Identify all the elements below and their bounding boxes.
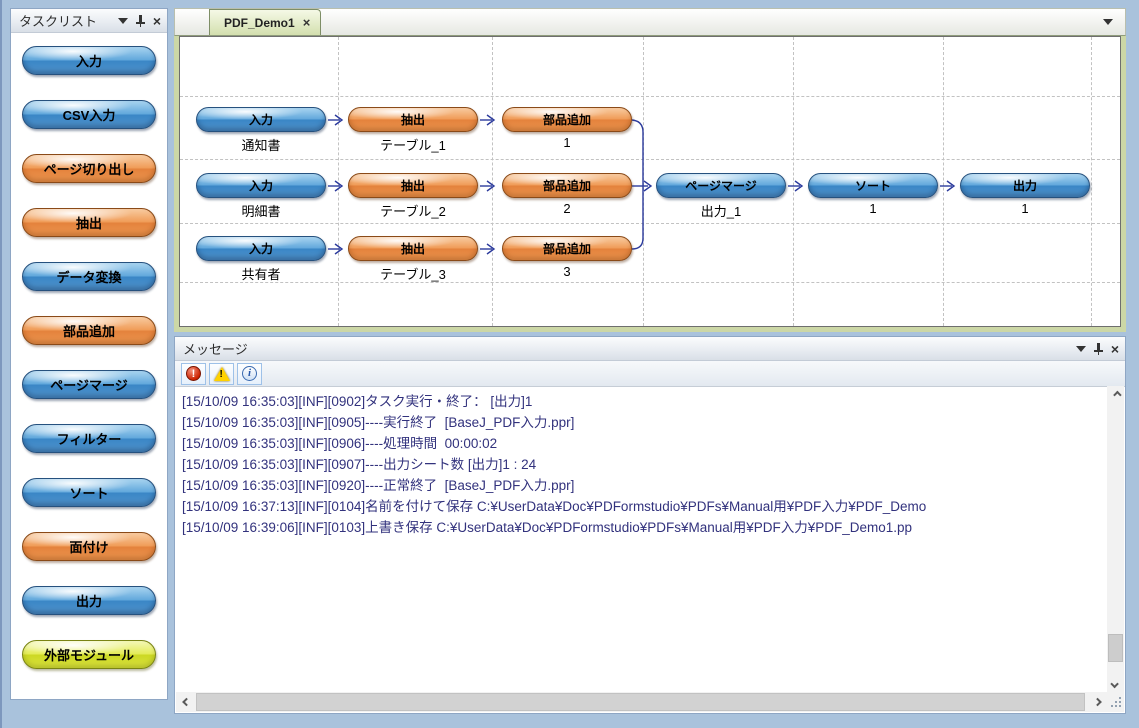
log-line: [15/10/09 16:35:03][INF][0906]----処理時間 0… [182, 433, 1107, 454]
task-pill-button[interactable]: ページ切り出し [22, 154, 156, 183]
scroll-up-button[interactable] [1107, 386, 1124, 403]
scroll-right-button[interactable] [1090, 692, 1107, 712]
task-pill-button[interactable]: 部品追加 [22, 316, 156, 345]
warning-icon: ! [214, 367, 230, 381]
horizontal-scrollbar[interactable] [176, 692, 1107, 712]
log-line: [15/10/09 16:35:03][INF][0905]----実行終了 [… [182, 412, 1107, 433]
flow-node-sublabel: 明細書 [196, 201, 326, 220]
task-pill-button[interactable]: データ変換 [22, 262, 156, 291]
task-pill-button[interactable]: 面付け [22, 532, 156, 561]
flow-node-pill[interactable]: 抽出 [348, 236, 478, 261]
message-toolbar: ! ! i [175, 361, 1125, 387]
tasklist-title: タスクリスト [19, 11, 118, 30]
flow-node-pill[interactable]: 抽出 [348, 173, 478, 198]
flow-node-pill[interactable]: 入力 [196, 173, 326, 198]
pin-icon[interactable] [135, 14, 146, 27]
flow-node-pill[interactable]: 部品追加 [502, 236, 632, 261]
task-pill-button[interactable]: CSV入力 [22, 100, 156, 129]
flow-node[interactable]: 抽出 テーブル_2 [348, 173, 478, 220]
error-icon: ! [186, 366, 201, 381]
flow-node[interactable]: 入力 共有者 [196, 236, 326, 283]
task-pill-button[interactable]: フィルター [22, 424, 156, 453]
flow-node[interactable]: 部品追加 1 [502, 107, 632, 150]
flow-node[interactable]: 入力 明細書 [196, 173, 326, 220]
flow-node[interactable]: ページマージ 出力_1 [656, 173, 786, 220]
task-pill-button[interactable]: 抽出 [22, 208, 156, 237]
flow-canvas[interactable]: 入力 通知書 抽出 テーブル_1 部品追加 1 入力 明細書 抽出 テーブル_2 [179, 36, 1121, 327]
flow-node-sublabel: テーブル_2 [348, 201, 478, 220]
flow-node[interactable]: 抽出 テーブル_1 [348, 107, 478, 154]
scroll-corner [1107, 692, 1124, 712]
tasklist-panel: タスクリスト × 入力 CSV入力ページ切り出し抽出データ変換部品追加ページマージ… [10, 8, 168, 700]
task-pill-button[interactable]: 外部モジュール [22, 640, 156, 669]
flow-node-sublabel: 1 [502, 135, 632, 150]
info-filter-button[interactable]: i [237, 363, 262, 385]
flow-node-pill[interactable]: 入力 [196, 107, 326, 132]
flow-node[interactable]: 出力 1 [960, 173, 1090, 216]
flow-node[interactable]: 抽出 テーブル_3 [348, 236, 478, 283]
pin-icon[interactable] [1093, 342, 1104, 355]
close-icon[interactable]: × [153, 15, 161, 27]
flow-node-pill[interactable]: ページマージ [656, 173, 786, 198]
tab-pdf-demo1[interactable]: PDF_Demo1 × [209, 9, 321, 35]
message-title: メッセージ [183, 339, 1076, 358]
horizontal-scroll-thumb[interactable] [196, 693, 1085, 711]
log-list: [15/10/09 16:35:03][INF][0902]タスク実行・終了： … [176, 386, 1107, 692]
flow-node-sublabel: テーブル_3 [348, 264, 478, 283]
tab-list-dropdown-icon[interactable] [1103, 19, 1113, 25]
tasklist-header: タスクリスト × [11, 9, 167, 33]
flow-node-sublabel: 通知書 [196, 135, 326, 154]
flow-node-sublabel: 2 [502, 201, 632, 216]
tab-close-icon[interactable]: × [303, 15, 311, 30]
tab-label: PDF_Demo1 [224, 16, 295, 30]
flow-node-pill[interactable]: 出力 [960, 173, 1090, 198]
flow-node[interactable]: 部品追加 2 [502, 173, 632, 216]
message-panel: メッセージ × ! ! i [15/10/09 16:35:03][INF][0… [174, 336, 1126, 714]
close-icon[interactable]: × [1111, 343, 1119, 355]
flow-node-pill[interactable]: 部品追加 [502, 107, 632, 132]
log-line: [15/10/09 16:37:13][INF][0104]名前を付けて保存 C… [182, 496, 1107, 517]
flow-node-sublabel: 出力_1 [656, 201, 786, 220]
flow-node-pill[interactable]: 入力 [196, 236, 326, 261]
resize-grip-icon[interactable] [1110, 697, 1122, 709]
info-icon: i [242, 366, 257, 381]
flow-node-sublabel: テーブル_1 [348, 135, 478, 154]
flow-node-sublabel: 1 [808, 201, 938, 216]
panel-menu-icon[interactable] [1076, 346, 1086, 352]
main-area: PDF_Demo1 × [174, 8, 1126, 714]
tasklist-buttons: 入力 CSV入力ページ切り出し抽出データ変換部品追加ページマージフィルターソート面… [11, 33, 167, 669]
flow-node-sublabel: 1 [960, 201, 1090, 216]
task-pill-button[interactable]: ソート [22, 478, 156, 507]
flow-node[interactable]: 入力 通知書 [196, 107, 326, 154]
document-tabbar: PDF_Demo1 × [174, 8, 1126, 36]
scroll-down-button[interactable] [1107, 675, 1124, 692]
vertical-scroll-thumb[interactable] [1108, 634, 1123, 662]
panel-menu-icon[interactable] [118, 18, 128, 24]
log-line: [15/10/09 16:35:03][INF][0907]----出力シート数… [182, 454, 1107, 475]
log-line: [15/10/09 16:35:03][INF][0920]----正常終了 [… [182, 475, 1107, 496]
vertical-scrollbar[interactable] [1107, 386, 1124, 692]
message-header: メッセージ × [175, 337, 1125, 361]
log-line: [15/10/09 16:35:03][INF][0902]タスク実行・終了： … [182, 391, 1107, 412]
task-pill-button[interactable]: 出力 [22, 586, 156, 615]
flow-node-sublabel: 共有者 [196, 264, 326, 283]
flow-node[interactable]: ソート 1 [808, 173, 938, 216]
scroll-left-button[interactable] [176, 692, 193, 712]
flow-node-pill[interactable]: ソート [808, 173, 938, 198]
flow-node[interactable]: 部品追加 3 [502, 236, 632, 279]
flow-node-pill[interactable]: 部品追加 [502, 173, 632, 198]
task-pill-button[interactable]: 入力 [22, 46, 156, 75]
task-pill-button[interactable]: ページマージ [22, 370, 156, 399]
log-line: [15/10/09 16:39:06][INF][0103]上書き保存 C:¥U… [182, 517, 1107, 538]
flow-canvas-frame: 入力 通知書 抽出 テーブル_1 部品追加 1 入力 明細書 抽出 テーブル_2 [174, 36, 1126, 332]
errors-filter-button[interactable]: ! [181, 363, 206, 385]
flow-node-pill[interactable]: 抽出 [348, 107, 478, 132]
flow-node-sublabel: 3 [502, 264, 632, 279]
warnings-filter-button[interactable]: ! [209, 363, 234, 385]
